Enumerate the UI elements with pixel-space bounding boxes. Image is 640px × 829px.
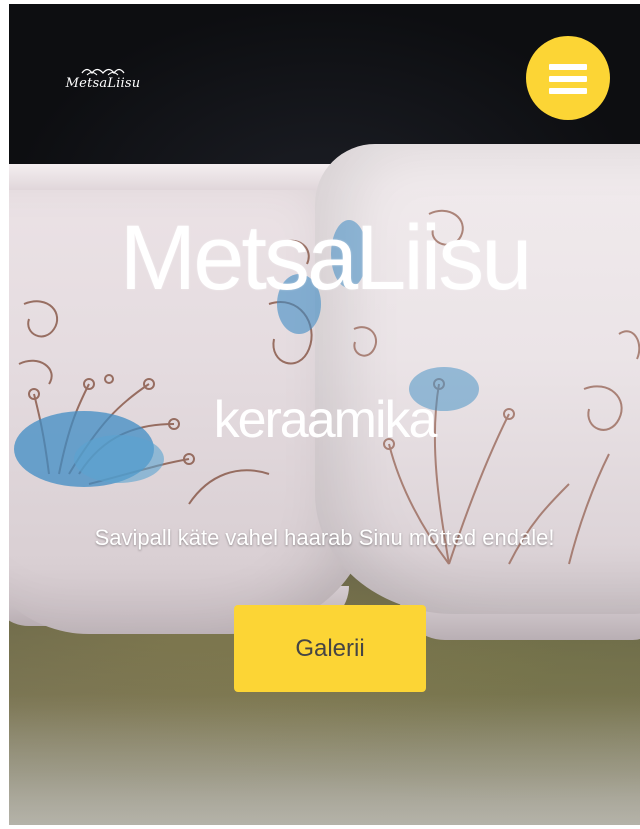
hamburger-menu-button[interactable] xyxy=(526,36,610,120)
menu-bar-top xyxy=(549,64,587,70)
hero-subtitle: keraamika xyxy=(213,391,438,449)
hero-tagline: Savipall käte vahel haarab Sinu mõtted e… xyxy=(94,525,555,550)
site-logo[interactable]: MetsaLiisu xyxy=(53,64,153,104)
logo-waves-icon xyxy=(81,68,125,76)
hero-title: MetsaLiisu xyxy=(119,207,533,309)
logo-text: MetsaLiisu xyxy=(65,76,141,91)
gallery-button[interactable]: Galerii xyxy=(234,605,426,692)
hero-section: MetsaLiisu MetsaLiisu keraamika Savipall… xyxy=(9,4,640,825)
menu-bar-bottom xyxy=(549,88,587,94)
menu-bar-middle xyxy=(549,76,587,82)
